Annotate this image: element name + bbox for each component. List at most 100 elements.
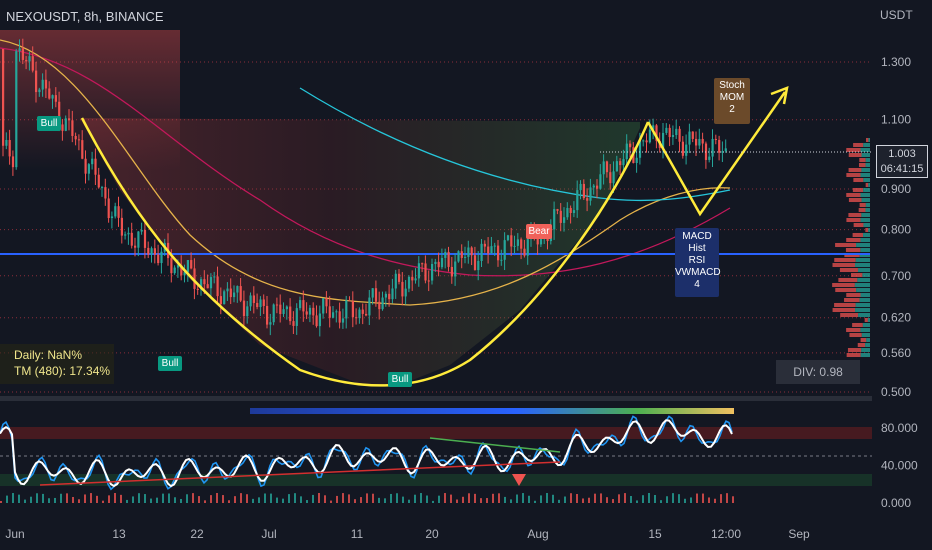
candle-body: [361, 309, 364, 314]
volume-profile-bar: [868, 228, 870, 232]
osc-histogram-bar: [60, 493, 62, 503]
candle-body: [134, 245, 137, 248]
osc-histogram-bar: [24, 499, 26, 503]
candle-body: [216, 276, 219, 297]
osc-histogram-bar: [264, 493, 266, 503]
candle-body: [292, 321, 295, 326]
osc-histogram-bar: [66, 493, 68, 503]
y-tick-label: 0.700: [881, 269, 911, 283]
volume-profile-bar: [853, 143, 864, 147]
candle-body: [11, 156, 15, 168]
candle-body: [681, 141, 684, 156]
volume-profile-bar: [868, 138, 870, 142]
osc-histogram-bar: [252, 498, 254, 503]
osc-histogram-bar: [474, 493, 476, 503]
candle-body: [110, 216, 114, 219]
osc-histogram-bar: [270, 493, 272, 503]
candle-body: [38, 89, 41, 93]
osc-histogram-bar: [372, 493, 374, 503]
annotation-line: MACD: [682, 231, 712, 242]
candle-body: [341, 318, 345, 323]
osc-histogram-bar: [528, 495, 530, 503]
candle-body: [576, 190, 579, 211]
candle-body: [219, 296, 222, 305]
osc-histogram-bar: [678, 494, 680, 503]
candle-body: [483, 243, 486, 247]
price-chart[interactable]: 1.300 1.100 0.900 0.800 0.700 0.620 0.560 0.500…: [0, 0, 932, 550]
candle-body: [503, 240, 506, 260]
candle-body: [579, 183, 582, 191]
volume-profile-bar: [840, 313, 859, 317]
candle-body: [510, 235, 513, 247]
volume-profile-bar: [865, 183, 869, 187]
bull-signal-badge: Bull: [37, 116, 61, 131]
candle-body: [365, 313, 368, 316]
time-axis: Jun 13 22 Jul 11 20 Aug 15 12:00 Sep: [5, 527, 810, 541]
candle-body: [500, 259, 503, 261]
macd-divergence-label: MACD Hist RSI VWMACD 4: [675, 228, 721, 297]
candle-body: [35, 70, 38, 93]
candle-body: [242, 300, 246, 317]
candle-body: [596, 185, 599, 189]
osc-histogram-bar: [516, 494, 518, 503]
candle-body: [685, 144, 688, 156]
candle-body: [493, 245, 496, 247]
candle-body: [104, 187, 107, 199]
candle-body: [97, 174, 100, 188]
candle-body: [213, 276, 216, 278]
bull-signal-badge: Bull: [388, 372, 412, 387]
candle-body: [718, 139, 721, 153]
osc-histogram-bar: [408, 499, 410, 503]
candle-body: [143, 229, 147, 248]
volume-profile-bar: [854, 283, 870, 287]
osc-histogram-bar: [192, 493, 194, 503]
candle-body: [407, 276, 411, 289]
volume-profile-bar: [859, 158, 866, 162]
candle-body: [48, 88, 51, 99]
symbol-title[interactable]: NEXOUSDT, 8h, BINANCE: [6, 9, 164, 24]
candle-body: [592, 185, 595, 188]
candle-body: [668, 127, 671, 138]
volume-profile-bar: [865, 163, 870, 167]
volume-profile-bar: [865, 158, 870, 162]
candle-body: [5, 139, 8, 146]
candle-body: [147, 247, 150, 255]
x-tick-label: Jul: [261, 527, 276, 541]
osc-histogram-bar: [198, 496, 200, 503]
volume-profile-bar: [846, 148, 861, 152]
divergence-value: DIV: 0.98: [776, 360, 860, 384]
osc-histogram-bar: [648, 493, 650, 503]
osc-histogram-bar: [132, 496, 134, 503]
candle-body: [355, 317, 358, 319]
candle-body: [124, 234, 127, 236]
candle-body: [612, 171, 615, 184]
volume-profile-bar: [863, 223, 870, 227]
candle-body: [487, 246, 490, 254]
candle-body: [388, 293, 391, 300]
candle-body: [602, 161, 605, 175]
osc-histogram-bar: [288, 494, 290, 503]
osc-histogram-bar: [258, 497, 260, 503]
osc-histogram-bar: [324, 495, 326, 503]
candle-body: [54, 95, 57, 102]
annotation-line: Hist: [688, 243, 706, 254]
osc-histogram-bar: [486, 498, 488, 503]
candle-body: [553, 209, 556, 230]
candle-body: [404, 288, 407, 297]
candle-body: [629, 143, 632, 148]
candle-body: [114, 206, 117, 217]
osc-histogram-bar: [108, 495, 110, 503]
osc-histogram-bar: [156, 497, 158, 503]
osc-histogram-bar: [6, 495, 8, 503]
candle-body: [87, 164, 90, 174]
volume-profile-bar: [860, 248, 870, 252]
candle-body: [665, 127, 668, 133]
osc-histogram-bar: [54, 497, 56, 503]
candle-body: [226, 288, 229, 292]
osc-histogram-bar: [522, 493, 524, 503]
candle-body: [437, 261, 440, 268]
candle-body: [490, 246, 493, 254]
volume-profile-bar: [860, 218, 870, 222]
candle-body: [520, 239, 523, 249]
candle-body: [153, 248, 156, 255]
